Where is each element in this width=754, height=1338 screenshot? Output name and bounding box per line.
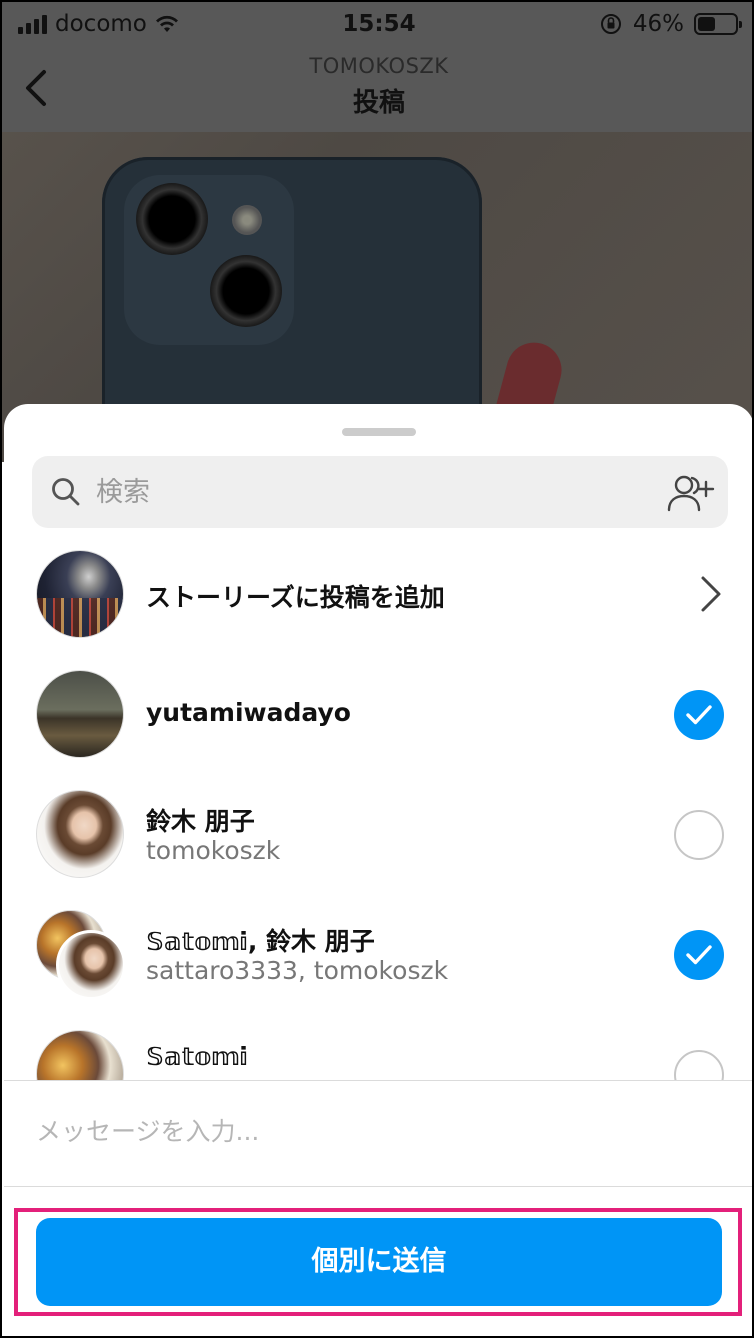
divider	[4, 1080, 752, 1081]
sheet-drag-handle[interactable]	[342, 428, 416, 436]
message-input[interactable]	[36, 1109, 716, 1153]
checkmark-icon	[686, 705, 712, 725]
search-bar	[32, 456, 728, 528]
avatar	[36, 790, 124, 878]
camera-flash	[232, 205, 262, 235]
add-to-story-label: ストーリーズに投稿を追加	[146, 583, 445, 612]
avatar	[36, 1030, 124, 1080]
select-checkbox[interactable]	[674, 930, 724, 980]
camera-bump	[124, 175, 294, 345]
checkmark-icon	[686, 945, 712, 965]
search-icon	[52, 478, 80, 506]
recipient-name: 𝕊𝕒𝕥𝕠𝕞𝕚	[146, 1042, 248, 1071]
battery-percent: 46%	[632, 11, 684, 37]
recipient-list: ストーリーズに投稿を追加 yutamiwadayo 鈴木 朋子 tomokosz…	[4, 544, 752, 1080]
status-bar: docomo 15:54 46%	[2, 2, 752, 48]
avatar	[56, 930, 126, 1000]
select-checkbox[interactable]	[674, 810, 724, 860]
select-checkbox[interactable]	[674, 1050, 724, 1080]
add-people-icon[interactable]	[666, 472, 716, 514]
page-title: 投稿	[352, 88, 405, 118]
recipient-row[interactable]: 鈴木 朋子 tomokoszk	[4, 784, 752, 904]
search-input[interactable]	[96, 472, 656, 512]
recipient-row[interactable]: 𝕊𝕒𝕥𝕠𝕞𝕚, 鈴木 朋子 sattaro3333, tomokoszk	[4, 904, 752, 1024]
camera-lens	[136, 183, 208, 255]
select-checkbox[interactable]	[674, 690, 724, 740]
header-username: TOMOKOSZK	[309, 54, 449, 78]
share-sheet: ストーリーズに投稿を追加 yutamiwadayo 鈴木 朋子 tomokosz…	[4, 404, 752, 1336]
avatar	[36, 670, 124, 758]
camera-lens	[210, 255, 282, 327]
send-separately-button[interactable]: 個別に送信	[36, 1218, 722, 1306]
recipient-name: yutamiwadayo	[146, 698, 351, 727]
recipient-row[interactable]: yutamiwadayo	[4, 664, 752, 784]
add-to-story-row[interactable]: ストーリーズに投稿を追加	[4, 544, 752, 664]
orientation-lock-icon	[600, 14, 621, 34]
recipient-name: 𝕊𝕒𝕥𝕠𝕞𝕚, 鈴木 朋子	[146, 927, 375, 956]
top-navigation-bar: docomo 15:54 46% TOMOKOSZK 投稿	[2, 2, 752, 132]
recipient-row[interactable]: 𝕊𝕒𝕥𝕠𝕞𝕚	[4, 1024, 752, 1080]
recipient-username: sattaro3333, tomokoszk	[146, 956, 449, 985]
recipient-username: tomokoszk	[146, 836, 281, 865]
chevron-right-icon	[701, 576, 721, 612]
recipient-name: 鈴木 朋子	[146, 807, 255, 836]
battery-icon	[694, 13, 742, 35]
divider	[4, 1186, 752, 1187]
avatar	[36, 550, 124, 638]
screen: docomo 15:54 46% TOMOKOSZK 投稿 検索 ストーリーズに…	[0, 0, 754, 1338]
